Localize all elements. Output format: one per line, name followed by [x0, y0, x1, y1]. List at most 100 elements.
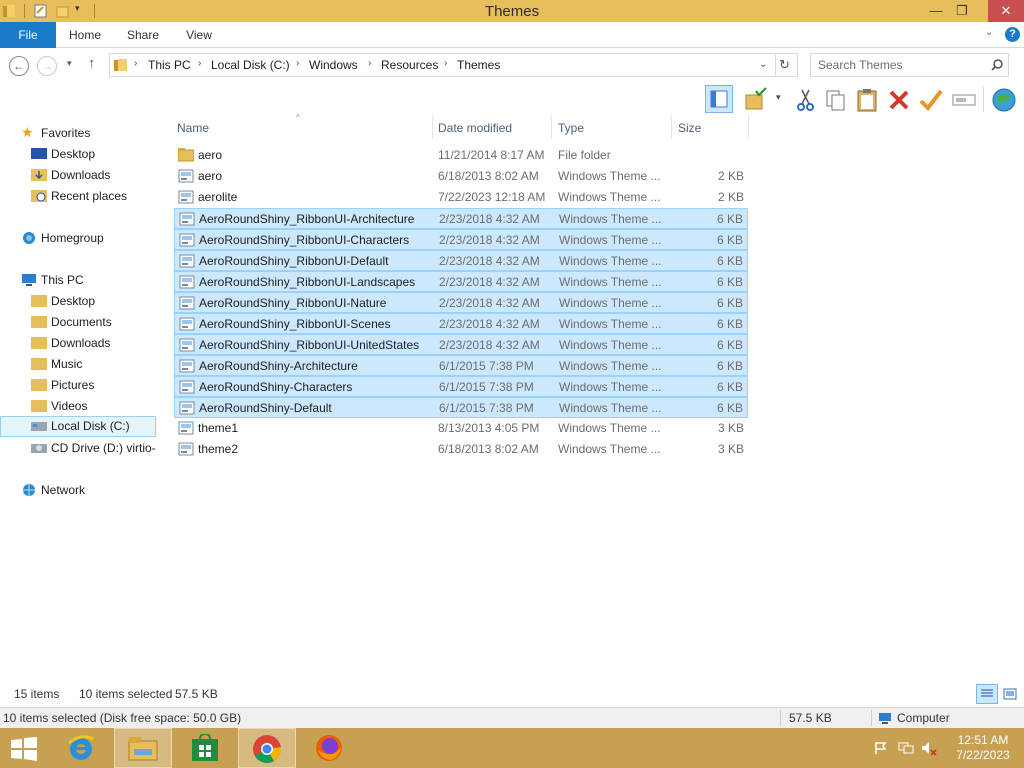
nav-pc-pictures[interactable]: Pictures [0, 375, 156, 396]
address-history-icon[interactable]: ⌄ [759, 59, 767, 70]
globe-icon[interactable] [991, 87, 1017, 113]
select-folder-icon[interactable] [744, 87, 770, 113]
preview-pane-button[interactable] [705, 85, 733, 113]
file-name: aero [198, 148, 223, 162]
nav-pc-videos[interactable]: Videos [0, 396, 156, 417]
column-divider[interactable] [551, 115, 552, 139]
taskbar-store[interactable] [176, 728, 234, 768]
title-bar: ▾ Themes — ❐ ✕ [0, 0, 1024, 22]
forward-button[interactable]: → [37, 56, 57, 76]
folder-icon [31, 295, 47, 307]
recent-locations-icon[interactable]: ▾ [67, 58, 72, 69]
nav-pc-downloads[interactable]: Downloads [0, 333, 156, 354]
delete-icon[interactable] [886, 87, 912, 113]
minimize-button[interactable]: — [922, 0, 950, 22]
close-button[interactable]: ✕ [988, 0, 1024, 22]
network-tray-icon[interactable] [898, 740, 914, 756]
breadcrumb-themes[interactable]: Themes [457, 58, 500, 72]
paste-icon[interactable] [854, 87, 880, 113]
select-dropdown-icon[interactable]: ▾ [776, 92, 781, 103]
breadcrumb-separator[interactable]: › [444, 58, 447, 69]
nav-fav-downloads[interactable]: Downloads [0, 165, 156, 186]
nav-pc-desktop[interactable]: Desktop [0, 291, 156, 312]
file-row[interactable]: AeroRoundShiny-Default 6/1/2015 7:38 PM Wi… [174, 397, 748, 418]
file-name: AeroRoundShiny-Characters [199, 380, 353, 394]
search-icon[interactable] [991, 59, 1003, 71]
nav-favorites[interactable]: ★ Favorites [0, 123, 156, 144]
copy-icon[interactable] [823, 87, 849, 113]
cut-icon[interactable] [793, 87, 819, 113]
breadcrumb-separator[interactable]: › [296, 58, 299, 69]
column-divider[interactable] [748, 115, 749, 139]
file-row[interactable]: theme2 6/18/2013 8:02 AM Windows Theme ...… [174, 439, 748, 460]
flag-icon[interactable] [874, 741, 888, 755]
restore-button[interactable]: ❐ [948, 0, 976, 22]
nav-fav-desktop[interactable]: Desktop [0, 144, 156, 165]
help-icon[interactable]: ? [1005, 27, 1020, 42]
file-row[interactable]: AeroRoundShiny_RibbonUI-Architecture 2/23… [174, 208, 748, 229]
file-row[interactable]: AeroRoundShiny_RibbonUI-Nature 2/23/2018 … [174, 292, 748, 313]
file-row[interactable]: AeroRoundShiny_RibbonUI-UnitedStates 2/23… [174, 334, 748, 355]
file-row[interactable]: AeroRoundShiny_RibbonUI-Default 2/23/2018… [174, 250, 748, 271]
breadcrumb-this-pc[interactable]: This PC [148, 58, 191, 72]
back-button[interactable]: ← [9, 56, 29, 76]
file-row[interactable]: aero 6/18/2013 8:02 AM Windows Theme ... 2 … [174, 166, 748, 187]
volume-muted-icon[interactable] [921, 740, 937, 756]
nav-fav-recent-places[interactable]: Recent places [0, 186, 156, 207]
checkmark-icon[interactable] [918, 87, 944, 113]
large-icons-view-icon[interactable] [1003, 688, 1017, 700]
column-header-date[interactable]: Date modified [438, 121, 512, 135]
column-header-type[interactable]: Type [558, 121, 584, 135]
nav-network[interactable]: Network [0, 480, 156, 501]
up-button[interactable]: ↑ [88, 55, 96, 72]
folder-icon [178, 148, 194, 162]
ribbon-tabs: File Home Share View ⌄ ? [0, 22, 1024, 48]
refresh-icon[interactable]: ↻ [779, 57, 790, 73]
taskbar-file-explorer[interactable] [114, 728, 172, 768]
taskbar-internet-explorer[interactable] [52, 728, 110, 768]
column-divider[interactable] [671, 115, 672, 139]
nav-pc-documents[interactable]: Documents [0, 312, 156, 333]
breadcrumb-windows[interactable]: Windows [309, 58, 358, 72]
file-name: AeroRoundShiny_RibbonUI-UnitedStates [199, 338, 420, 352]
address-bar[interactable]: › This PC › Local Disk (C:) › Windows › … [109, 53, 798, 77]
tab-home[interactable]: Home [62, 22, 108, 48]
details-view-button[interactable] [976, 684, 998, 704]
taskbar-chrome[interactable] [238, 728, 296, 768]
expand-ribbon-icon[interactable]: ⌄ [985, 27, 993, 38]
column-divider[interactable] [432, 115, 433, 139]
file-size: 2 KB [717, 190, 744, 204]
file-row[interactable]: aerolite 7/22/2023 12:18 AM Windows Theme … [174, 187, 748, 208]
taskbar-firefox[interactable] [300, 728, 358, 768]
file-row[interactable]: theme1 8/13/2013 4:05 PM Windows Theme ...… [174, 418, 748, 439]
search-input[interactable] [818, 58, 988, 72]
clock[interactable]: 12:51 AM 7/22/2023 [948, 733, 1018, 763]
file-date-modified: 7/22/2023 12:18 AM [438, 190, 546, 204]
search-box[interactable] [810, 53, 1009, 77]
file-date-modified: 6/18/2013 8:02 AM [438, 169, 539, 183]
nav-pc-cd-drive[interactable]: CD Drive (D:) virtio-v [0, 438, 156, 459]
breadcrumb-separator[interactable]: › [134, 58, 137, 69]
tab-file[interactable]: File [0, 22, 56, 48]
file-row[interactable]: aero 11/21/2014 8:17 AM File folder [174, 145, 748, 166]
tab-share[interactable]: Share [120, 22, 166, 48]
column-header-name[interactable]: Name [177, 121, 209, 135]
tab-view[interactable]: View [176, 22, 222, 48]
breadcrumb-separator[interactable]: › [198, 58, 201, 69]
file-row[interactable]: AeroRoundShiny_RibbonUI-Characters 2/23/2… [174, 229, 748, 250]
rename-icon[interactable] [951, 87, 977, 113]
nav-pc-local-disk[interactable]: Local Disk (C:) [0, 416, 156, 437]
breadcrumb-resources[interactable]: Resources [381, 58, 438, 72]
file-row[interactable]: AeroRoundShiny-Architecture 6/1/2015 7:38… [174, 355, 748, 376]
start-button[interactable] [0, 728, 48, 768]
nav-pc-music[interactable]: Music [0, 354, 156, 375]
breadcrumb-local-disk[interactable]: Local Disk (C:) [211, 58, 290, 72]
file-row[interactable]: AeroRoundShiny_RibbonUI-Scenes 2/23/2018 … [174, 313, 748, 334]
column-header-size[interactable]: Size [678, 121, 701, 135]
nav-homegroup[interactable]: Homegroup [0, 228, 156, 249]
nav-this-pc[interactable]: This PC [0, 270, 156, 291]
file-row[interactable]: AeroRoundShiny_RibbonUI-Landscapes 2/23/2… [174, 271, 748, 292]
file-date-modified: 2/23/2018 4:32 AM [439, 233, 540, 247]
breadcrumb-separator[interactable]: › [368, 58, 371, 69]
file-row[interactable]: AeroRoundShiny-Characters 6/1/2015 7:38 P… [174, 376, 748, 397]
